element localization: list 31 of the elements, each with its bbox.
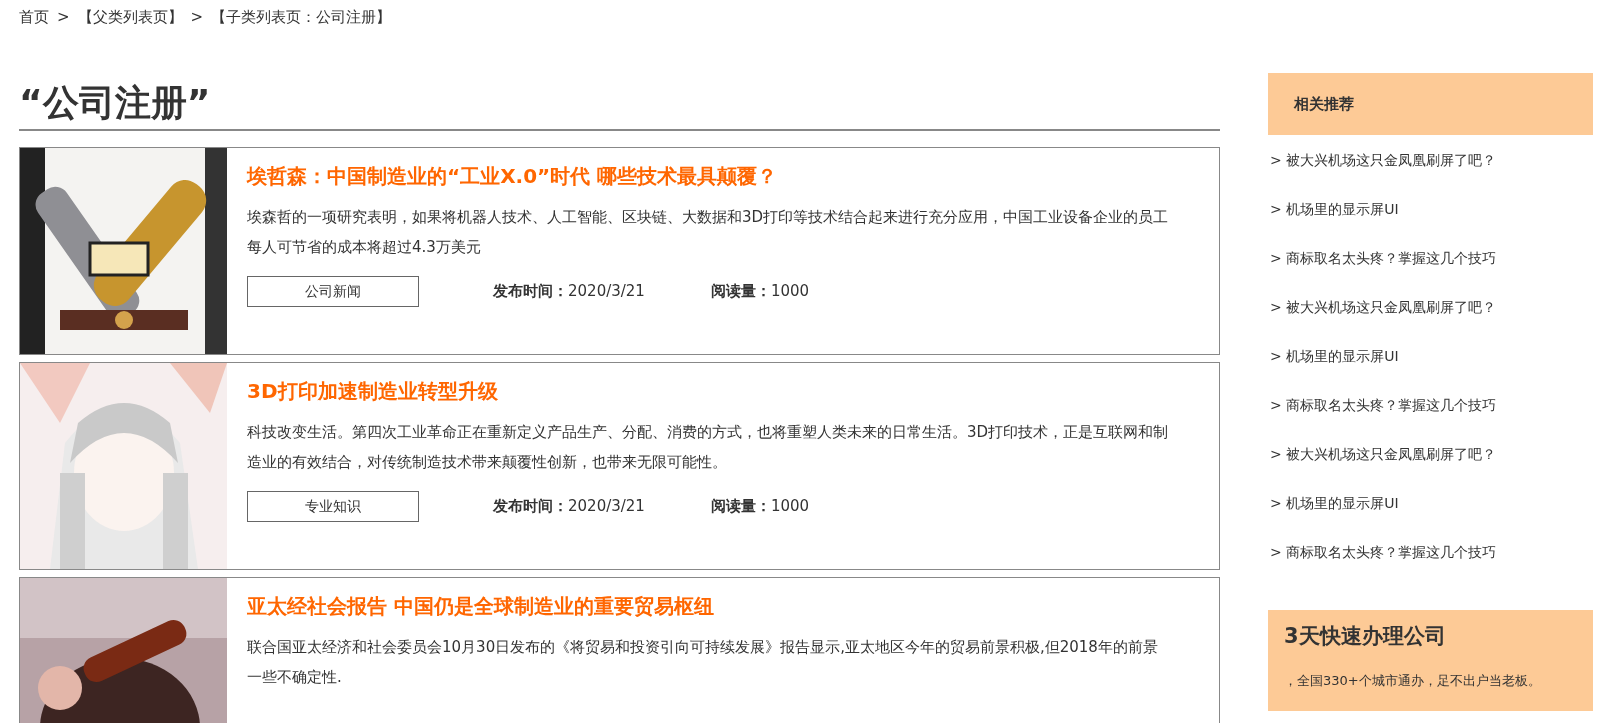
related-link[interactable]: > 被大兴机场这只金凤凰刷屏了吧？ bbox=[1268, 430, 1593, 479]
article-summary: 联合国亚太经济和社会委员会10月30日发布的《将贸易和投资引向可持续发展》报告显示,亚太地区今年的贸易前景积极,但2018年的前景一些不确定性. bbox=[247, 637, 1159, 688]
views-count: 1000 bbox=[770, 281, 810, 303]
related-link[interactable]: > 机场里的显示屏UI bbox=[1268, 479, 1593, 528]
date-value: 2020/3/21 bbox=[568, 281, 645, 303]
related-link[interactable]: > 商标取名太头疼？掌握这几个技巧 bbox=[1268, 528, 1593, 577]
date-label: 发布时间： bbox=[493, 281, 568, 303]
category-button[interactable]: 专业知识 bbox=[247, 491, 419, 522]
section-heading: 相关推荐 bbox=[1268, 73, 1593, 135]
article-summary: 科技改变生活。第四次工业革命正在重新定义产品生产、分配、消费的方式，也将重塑人类未来的日常生活。3D打印技术，正是互联网和制造业的有效结合，对传统制造技术带来颠覆性创新，也带来无限可能性。 bbox=[247, 422, 1169, 473]
promo-text: ，全国330+个城市通办，足不出户当老板。 bbox=[1284, 672, 1542, 691]
article-summary: 埃森哲的一项研究表明，如果将机器人技术、人工智能、区块链、大数据和3D打印等技术结合起来进行充分应用，中国工业设备企业的员工每人可节省的成本将超过4.3万美元 bbox=[247, 207, 1169, 258]
category-button[interactable]: 公司新闻 bbox=[247, 276, 419, 307]
related-link[interactable]: > 商标取名太头疼？掌握这几个技巧 bbox=[1268, 234, 1593, 283]
date-label: 发布时间： bbox=[493, 496, 568, 518]
breadcrumb-separator: > bbox=[190, 7, 204, 28]
views-label: 阅读量： bbox=[710, 496, 771, 518]
related-link[interactable]: > 机场里的显示屏UI bbox=[1268, 185, 1593, 234]
related-link[interactable]: > 机场里的显示屏UI bbox=[1268, 332, 1593, 381]
page-title: “公司注册” bbox=[19, 80, 1220, 131]
views-label: 阅读量： bbox=[710, 281, 771, 303]
related-link[interactable]: > 被大兴机场这只金凤凰刷屏了吧？ bbox=[1268, 283, 1593, 332]
breadcrumb-separator: > bbox=[57, 7, 70, 28]
related-link[interactable]: > 被大兴机场这只金凤凰刷屏了吧？ bbox=[1268, 136, 1593, 185]
breadcrumb-link[interactable]: 首页 bbox=[19, 6, 49, 30]
related-link[interactable]: > 商标取名太头疼？掌握这几个技巧 bbox=[1268, 381, 1593, 430]
breadcrumb-link[interactable]: 【父类列表页】 bbox=[77, 6, 183, 30]
date-value: 2020/3/21 bbox=[568, 496, 645, 518]
views-count: 1000 bbox=[770, 496, 810, 518]
promo-title: 3天快速办理公司 bbox=[1284, 624, 1447, 650]
breadcrumb-link[interactable]: 【子类列表页：公司注册】 bbox=[211, 6, 392, 30]
